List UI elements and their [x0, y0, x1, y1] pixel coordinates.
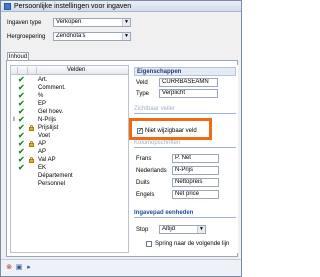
grid-row[interactable]: ✔ EP: [11, 100, 128, 108]
grid-row[interactable]: ✔ Prijslijst: [11, 124, 128, 132]
chevron-down-icon[interactable]: ▼: [122, 19, 130, 26]
grid-row[interactable]: Personnel: [11, 180, 128, 188]
column-separator: [27, 67, 28, 74]
grid-row[interactable]: ✔ EK: [11, 164, 128, 172]
chevron-down-icon[interactable]: ▼: [197, 226, 205, 233]
row-selector[interactable]: [11, 148, 17, 156]
field-name: N-Prijs: [38, 117, 56, 123]
grid-header: Velden: [11, 66, 128, 75]
stop-value: Altijd: [162, 226, 176, 232]
field-name: EP: [38, 101, 47, 107]
grid-row[interactable]: ✔ Comment.: [11, 84, 128, 92]
field-name: Val AP: [38, 157, 56, 163]
grid-row[interactable]: ✔ Gel hoev.: [11, 108, 128, 116]
ingavepad-title: Ingavepad eenheden: [134, 209, 236, 218]
ingaven-type-value: Verkopen: [56, 19, 82, 25]
grid-row[interactable]: ✔ AP: [11, 148, 128, 156]
save-icon[interactable]: ▣: [15, 264, 23, 272]
row-selector[interactable]: [11, 140, 17, 148]
column-separator: [17, 67, 18, 74]
duits-input[interactable]: Nettopreis: [172, 178, 219, 187]
spring-checkbox[interactable]: [146, 241, 152, 247]
field-name: Gel hoev.: [38, 109, 64, 115]
veld-value: CURRBASEAMN: [159, 78, 218, 87]
field-name: Prijslijst: [38, 125, 59, 131]
grid-row[interactable]: ✔ Voet: [11, 132, 128, 140]
hergroepering-label: Hergroepering: [7, 34, 46, 40]
chevron-down-icon[interactable]: ▼: [122, 33, 130, 40]
stop-select[interactable]: Altijd ▼: [159, 225, 206, 234]
grid-row[interactable]: ✔ Val AP: [11, 156, 128, 164]
field-name: EK: [38, 165, 47, 171]
grid-row[interactable]: ✔%: [11, 92, 128, 100]
zichtbaar-title: Zichtbaar veiler: [134, 105, 236, 114]
arrow-icon[interactable]: ▸: [25, 264, 33, 272]
row-selector[interactable]: [11, 180, 17, 188]
engels-label: Engels: [136, 192, 155, 198]
row-selector[interactable]: [11, 156, 17, 164]
field-name: Personnel: [38, 181, 66, 187]
duits-label: Duits: [136, 180, 150, 186]
field-name: %: [38, 93, 44, 99]
stop-label: Stop: [136, 227, 149, 233]
eigenschappen-title: Eigenschappen: [134, 67, 236, 76]
row-selector[interactable]: [11, 100, 17, 108]
row-selector[interactable]: [11, 92, 17, 100]
lock-icon: [29, 157, 34, 163]
row-selector[interactable]: I: [11, 116, 17, 124]
row-selector[interactable]: [11, 84, 17, 92]
field-name: Voet: [38, 133, 51, 139]
field-name: Département: [38, 173, 73, 179]
status-bar: ⊗ ▣ ▸: [1, 259, 241, 276]
grid-row[interactable]: ✔ AP: [11, 140, 128, 148]
velden-column-header[interactable]: Velden: [67, 66, 85, 75]
ingaven-type-label: Ingaven type: [7, 20, 42, 26]
highlight-box: [129, 118, 212, 140]
kolomopschriften-title: Kolomopschriften: [134, 139, 236, 148]
frans-label: Frans: [136, 156, 152, 162]
properties-panel: Eigenschappen Veld CURRBASEAMN Type Verp…: [132, 65, 238, 253]
row-selector[interactable]: [11, 108, 17, 116]
row-selector[interactable]: [11, 132, 17, 140]
grid-row[interactable]: I ✔ N-Prijs: [11, 116, 128, 124]
stop-icon[interactable]: ⊗: [5, 264, 13, 272]
frans-input[interactable]: P. Net: [172, 154, 219, 163]
spring-label[interactable]: Spring naar de volgende lijn: [155, 240, 229, 248]
tab-panel-inhoud: Velden ✔ Art. ✔ Comment. ✔% ✔ EP ✔ Gel hoev. I ✔ N-…: [6, 60, 238, 257]
lock-icon: [29, 141, 34, 147]
grid-row[interactable]: ✔ Art.: [11, 76, 128, 84]
fields-grid[interactable]: Velden ✔ Art. ✔ Comment. ✔% ✔ EP ✔ Gel hoev. I ✔ N-…: [10, 65, 129, 253]
type-value: Verplicht: [159, 89, 218, 98]
settings-window: Persoonlijke instellingen voor ingaven I…: [0, 0, 242, 277]
window-title: Persoonlijke instellingen voor ingaven: [14, 3, 132, 10]
ingaven-type-select[interactable]: Verkopen ▼: [53, 18, 131, 27]
nederlands-input[interactable]: N-Prijs: [172, 166, 219, 175]
field-name: Comment.: [38, 85, 66, 91]
row-selector[interactable]: [11, 172, 17, 180]
grid-row[interactable]: Département: [11, 172, 128, 180]
hergroepering-select[interactable]: Zendnota's ▼: [53, 32, 131, 41]
column-separator: [36, 67, 37, 74]
checkmark-icon[interactable]: ✔: [18, 164, 27, 172]
field-name: AP: [38, 141, 47, 147]
nederlands-label: Nederlands: [136, 168, 167, 174]
type-label: Type: [136, 91, 150, 97]
app-icon: [4, 3, 11, 10]
engels-input[interactable]: Net price: [172, 190, 219, 199]
row-selector[interactable]: [11, 164, 17, 172]
row-selector[interactable]: [11, 76, 17, 84]
lock-icon: [29, 125, 34, 131]
title-bar: Persoonlijke instellingen voor ingaven: [1, 1, 241, 12]
veld-label: Veld: [136, 80, 148, 86]
hergroepering-value: Zendnota's: [56, 33, 86, 39]
field-name: AP: [38, 149, 47, 155]
row-selector[interactable]: [11, 124, 17, 132]
field-name: Art.: [38, 77, 48, 83]
